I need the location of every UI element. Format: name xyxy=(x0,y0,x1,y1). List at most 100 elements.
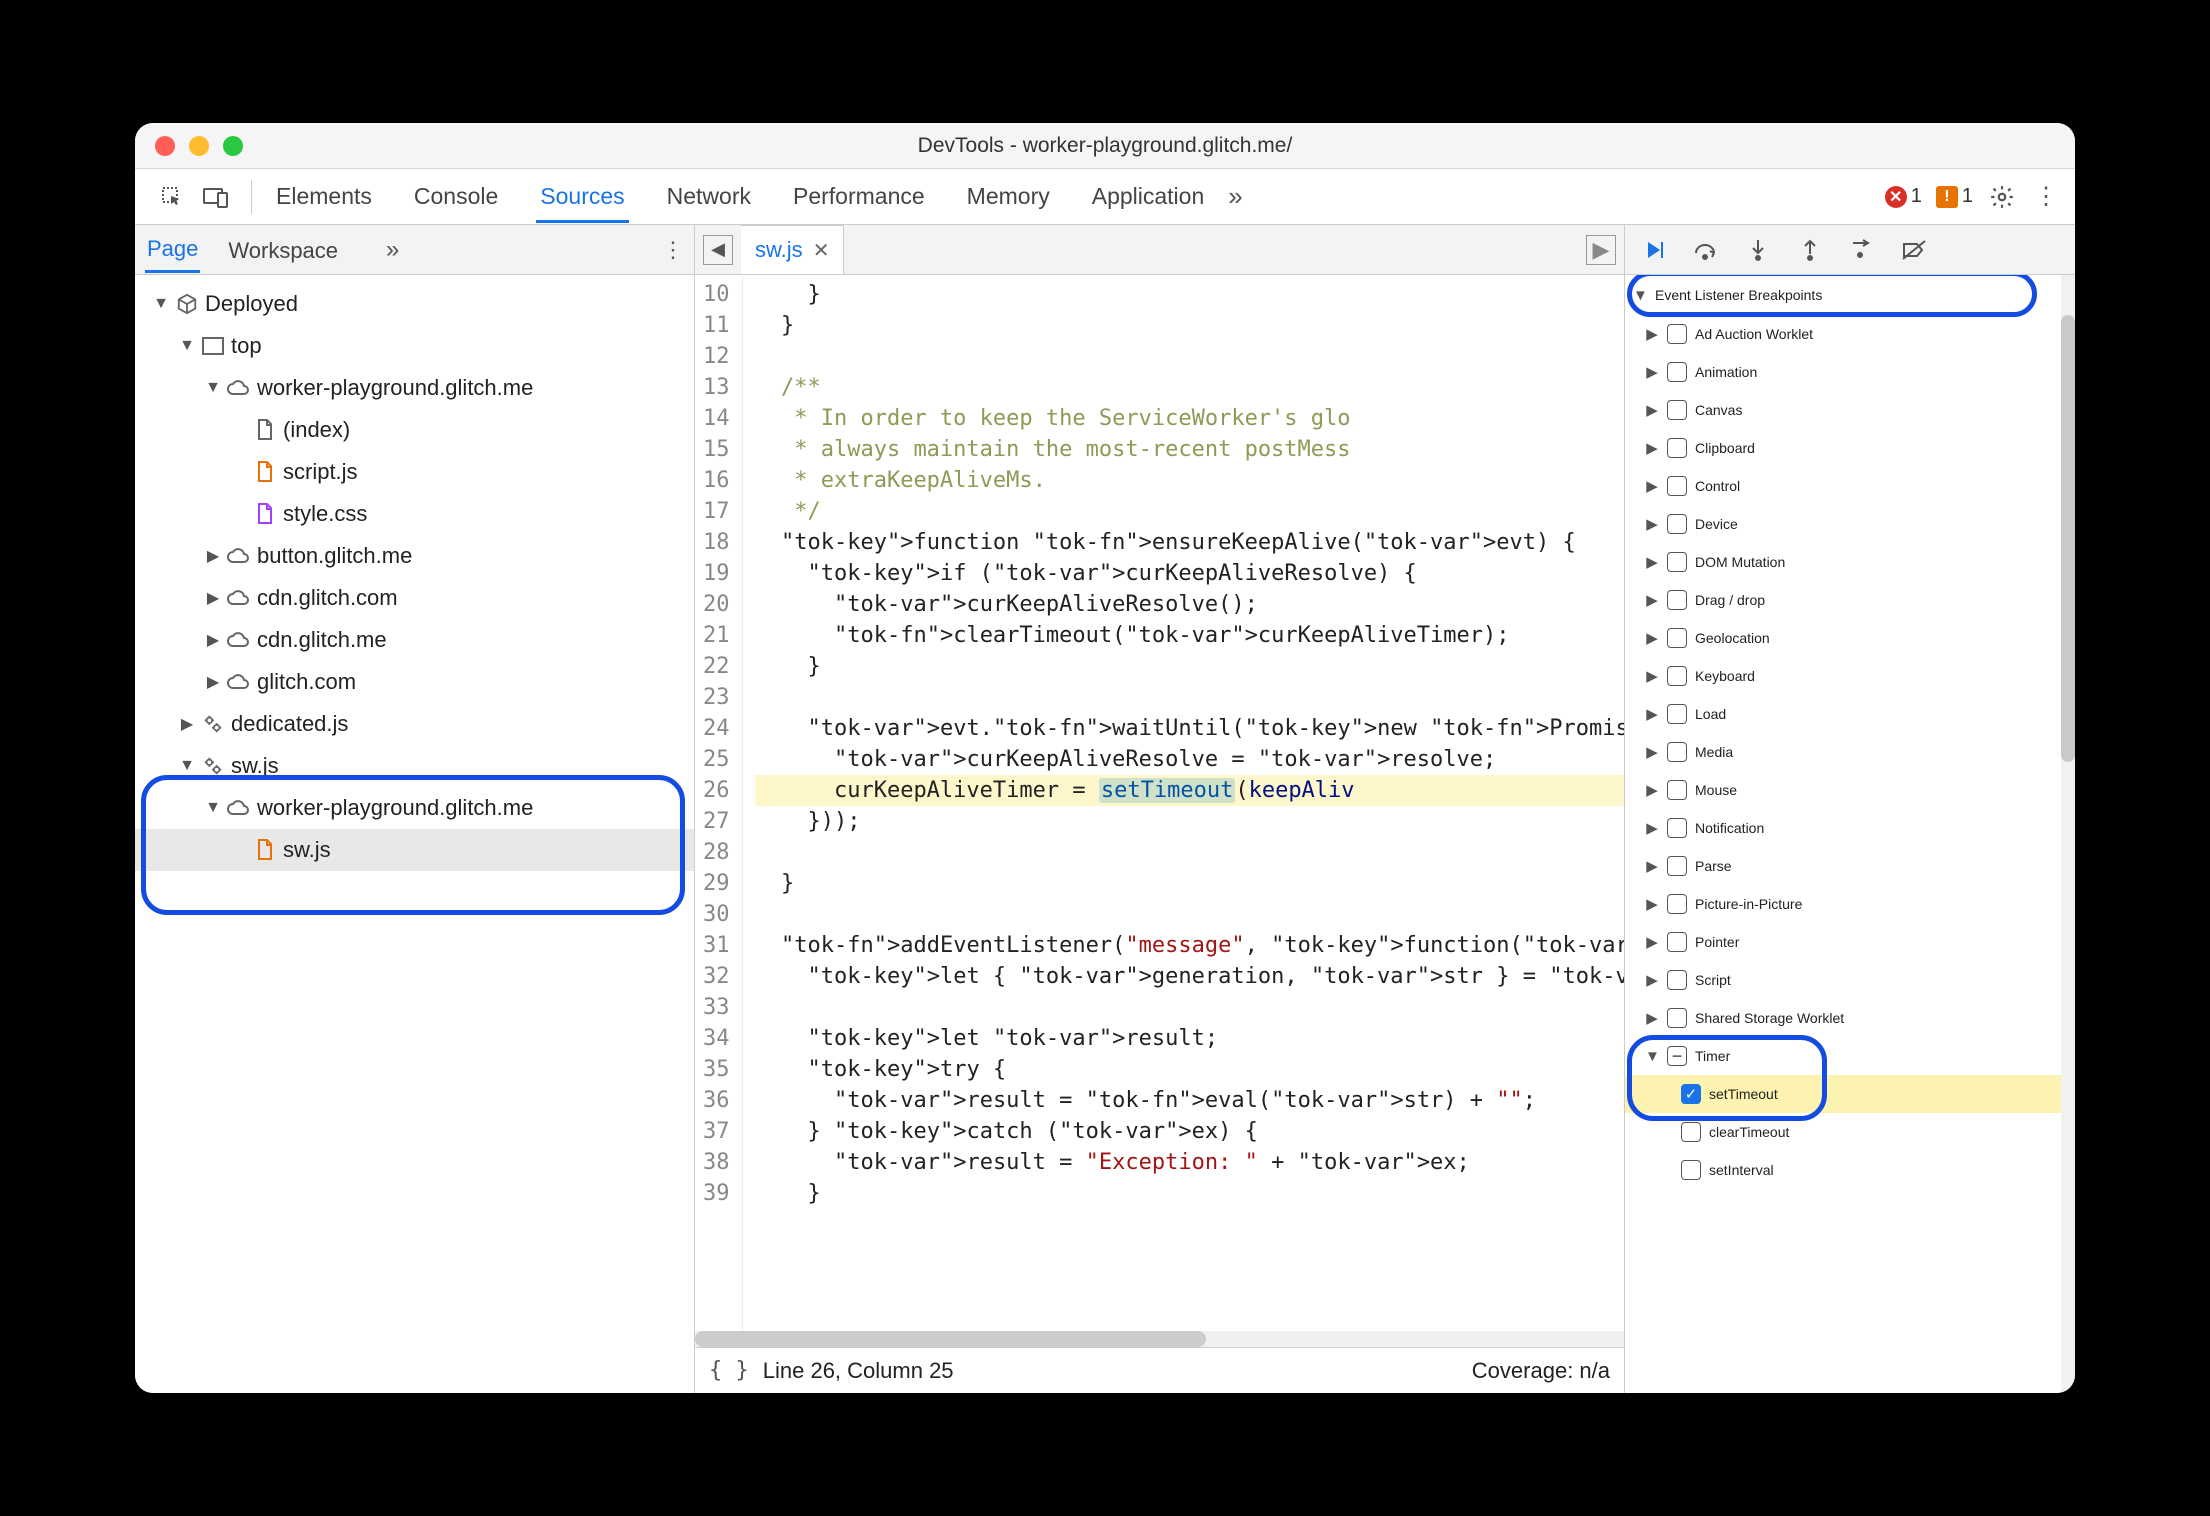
step-into-icon[interactable] xyxy=(1743,235,1773,265)
panel-tab-network[interactable]: Network xyxy=(663,171,755,223)
category-row[interactable]: ▶Parse xyxy=(1625,847,2061,885)
checkbox[interactable] xyxy=(1667,438,1687,458)
category-row[interactable]: ▶Notification xyxy=(1625,809,2061,847)
tree-origin-collapsed[interactable]: ▶cdn.glitch.com xyxy=(135,577,694,619)
inspect-icon[interactable] xyxy=(157,182,187,212)
category-row[interactable]: ▶Script xyxy=(1625,961,2061,999)
checkbox[interactable] xyxy=(1681,1122,1701,1142)
checkbox[interactable] xyxy=(1667,780,1687,800)
step-over-icon[interactable] xyxy=(1691,235,1721,265)
panel-tab-performance[interactable]: Performance xyxy=(789,171,929,223)
pretty-print-icon[interactable]: { } xyxy=(709,1358,749,1383)
category-row[interactable]: ▶Ad Auction Worklet xyxy=(1625,315,2061,353)
category-row[interactable]: ▶Load xyxy=(1625,695,2061,733)
horizontal-scrollbar[interactable] xyxy=(695,1331,1624,1347)
tree-dedicated-worker[interactable]: ▶ dedicated.js xyxy=(135,703,694,745)
more-tabs-icon[interactable]: » xyxy=(1228,181,1242,212)
checkbox[interactable] xyxy=(1667,476,1687,496)
category-row[interactable]: ▶Animation xyxy=(1625,353,2061,391)
checkbox[interactable] xyxy=(1667,894,1687,914)
kebab-menu-icon[interactable]: ⋮ xyxy=(2031,182,2061,212)
tree-sw-file[interactable]: ▶ sw.js xyxy=(135,829,694,871)
vertical-scrollbar[interactable] xyxy=(2061,275,2075,1393)
step-icon[interactable] xyxy=(1847,235,1877,265)
navigator-tabs: Page Workspace » ⋮ xyxy=(135,225,694,275)
navigator-pane: Page Workspace » ⋮ ▼ Deployed ▼ top xyxy=(135,225,695,1393)
category-row[interactable]: ▶Shared Storage Worklet xyxy=(1625,999,2061,1037)
panel-tab-memory[interactable]: Memory xyxy=(963,171,1054,223)
checkbox[interactable] xyxy=(1667,932,1687,952)
tree-top[interactable]: ▼ top xyxy=(135,325,694,367)
checkbox[interactable] xyxy=(1667,324,1687,344)
close-tab-icon[interactable]: ✕ xyxy=(813,238,830,263)
checkbox[interactable] xyxy=(1667,514,1687,534)
checkbox[interactable] xyxy=(1667,704,1687,724)
checkbox-checked[interactable]: ✓ xyxy=(1681,1084,1701,1104)
timer-child-cleartimeout[interactable]: clearTimeout xyxy=(1625,1113,2061,1151)
document-icon xyxy=(253,418,277,442)
category-row[interactable]: ▶Device xyxy=(1625,505,2061,543)
titlebar: DevTools - worker-playground.glitch.me/ xyxy=(135,123,2075,169)
tree-file-scriptjs[interactable]: ▶ script.js xyxy=(135,451,694,493)
tree-origin[interactable]: ▼ worker-playground.glitch.me xyxy=(135,367,694,409)
event-listener-breakpoints-header[interactable]: ▼ Event Listener Breakpoints xyxy=(1625,275,2061,315)
checkbox[interactable] xyxy=(1667,1008,1687,1028)
device-mode-icon[interactable] xyxy=(201,182,231,212)
navigator-tab-page[interactable]: Page xyxy=(145,226,200,273)
category-row[interactable]: ▶DOM Mutation xyxy=(1625,543,2061,581)
checkbox[interactable] xyxy=(1667,666,1687,686)
gears-icon xyxy=(201,712,225,736)
timer-child-setinterval[interactable]: setInterval xyxy=(1625,1151,2061,1189)
category-timer[interactable]: ▼ Timer xyxy=(1625,1037,2061,1075)
deactivate-breakpoints-icon[interactable] xyxy=(1899,235,1929,265)
checkbox[interactable] xyxy=(1681,1160,1701,1180)
tree-deployed[interactable]: ▼ Deployed xyxy=(135,283,694,325)
run-snippet-icon[interactable]: ▶ xyxy=(1586,235,1616,265)
checkbox[interactable] xyxy=(1667,552,1687,572)
category-row[interactable]: ▶Geolocation xyxy=(1625,619,2061,657)
checkbox[interactable] xyxy=(1667,628,1687,648)
checkbox-mixed[interactable] xyxy=(1667,1046,1687,1066)
timer-child-settimeout[interactable]: ✓ setTimeout xyxy=(1625,1075,2061,1113)
navigator-kebab-icon[interactable]: ⋮ xyxy=(662,237,684,263)
tree-origin-collapsed[interactable]: ▶glitch.com xyxy=(135,661,694,703)
gears-icon xyxy=(201,754,225,778)
category-row[interactable]: ▶Canvas xyxy=(1625,391,2061,429)
code-editor[interactable]: 1011121314151617181920212223242526272829… xyxy=(695,275,1624,1331)
tree-sw-worker[interactable]: ▼ sw.js xyxy=(135,745,694,787)
panel-tab-elements[interactable]: Elements xyxy=(272,171,376,223)
toggle-navigator-icon[interactable]: ◀ xyxy=(703,235,733,265)
category-row[interactable]: ▶Clipboard xyxy=(1625,429,2061,467)
error-count[interactable]: ✕1 xyxy=(1885,185,1922,208)
settings-icon[interactable] xyxy=(1987,182,2017,212)
resume-icon[interactable] xyxy=(1639,235,1669,265)
category-row[interactable]: ▶Pointer xyxy=(1625,923,2061,961)
checkbox[interactable] xyxy=(1667,590,1687,610)
tree-origin-collapsed[interactable]: ▶button.glitch.me xyxy=(135,535,694,577)
tree-file-index[interactable]: ▶ (index) xyxy=(135,409,694,451)
checkbox[interactable] xyxy=(1667,970,1687,990)
panel-tab-application[interactable]: Application xyxy=(1088,171,1209,223)
checkbox[interactable] xyxy=(1667,362,1687,382)
checkbox[interactable] xyxy=(1667,856,1687,876)
category-row[interactable]: ▶Control xyxy=(1625,467,2061,505)
panel-tab-console[interactable]: Console xyxy=(410,171,502,223)
tree-origin-collapsed[interactable]: ▶cdn.glitch.me xyxy=(135,619,694,661)
category-row[interactable]: ▶Mouse xyxy=(1625,771,2061,809)
checkbox[interactable] xyxy=(1667,400,1687,420)
step-out-icon[interactable] xyxy=(1795,235,1825,265)
category-row[interactable]: ▶Drag / drop xyxy=(1625,581,2061,619)
frame-icon xyxy=(201,334,225,358)
category-row[interactable]: ▶Media xyxy=(1625,733,2061,771)
category-row[interactable]: ▶Picture-in-Picture xyxy=(1625,885,2061,923)
checkbox[interactable] xyxy=(1667,742,1687,762)
checkbox[interactable] xyxy=(1667,818,1687,838)
panel-tab-sources[interactable]: Sources xyxy=(536,171,628,223)
tree-file-stylecss[interactable]: ▶ style.css xyxy=(135,493,694,535)
category-row[interactable]: ▶Keyboard xyxy=(1625,657,2061,695)
warning-count[interactable]: !1 xyxy=(1936,185,1973,208)
tree-sw-origin[interactable]: ▼ worker-playground.glitch.me xyxy=(135,787,694,829)
navigator-tab-workspace[interactable]: Workspace xyxy=(226,228,340,272)
file-tab-swjs[interactable]: sw.js ✕ xyxy=(741,225,844,274)
navigator-more-icon[interactable]: » xyxy=(386,236,399,264)
